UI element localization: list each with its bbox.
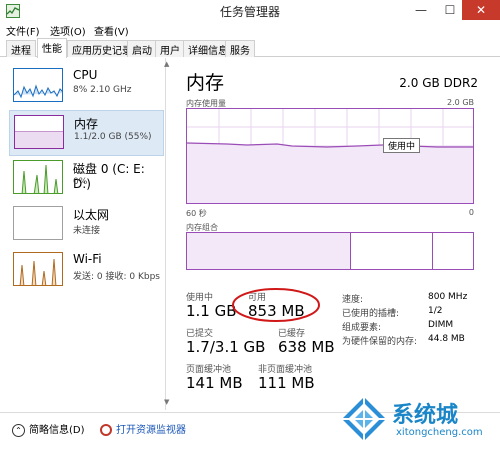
time-axis-right: 0 [468,208,474,217]
sidebar-item-subtitle: 发送: 0 接收: 0 Kbps [73,272,160,282]
speed-value: 800 MHz [428,292,468,302]
sidebar-item-title: 内存 [74,117,99,131]
paged-pool-value: 141 MB [186,374,243,392]
scroll-up-icon[interactable]: ▲ [164,60,169,68]
close-button[interactable]: ✕ [462,0,500,20]
tab-bar: 进程 性能 应用历史记录 启动 用户 详细信息 服务 [0,38,500,58]
nonpaged-pool-value: 111 MB [258,374,315,392]
fewer-details-button[interactable]: ⌃ 简略信息(D) [12,421,85,437]
sidebar-item-cpu[interactable]: CPU 8% 2.10 GHz [9,64,164,110]
maximize-button[interactable]: ☐ [436,0,464,20]
in-use-value: 1.1 GB [186,302,237,320]
sidebar-item-subtitle: 0% [73,177,88,187]
usage-graph-max: 2.0 GB [447,98,474,107]
speed-label: 速度: [342,295,364,305]
chevron-up-icon: ⌃ [12,423,25,437]
time-axis-left: 60 秒 [186,209,207,218]
disk-thumbnail [13,160,63,194]
open-resource-monitor-link[interactable]: 打开资源监视器 [100,421,186,436]
resource-list-scrollbar[interactable]: ▲ ▼ [164,60,172,410]
sidebar-item-title: 以太网 [73,208,110,222]
menu-bar: 文件(F) 选项(O) 查看(V) [0,22,500,38]
fewer-details-label: 简略信息(D) [29,425,85,436]
watermark-logo-icon [342,397,386,441]
wifi-thumbnail [13,252,63,286]
minimize-button[interactable]: — [407,0,435,20]
tab-users[interactable]: 用户 [155,40,185,57]
cached-value: 638 MB [278,338,335,356]
memory-panel: 内存 2.0 GB DDR2 内存使用量 2.0 GB 使用中 60 秒 0 内… [180,58,490,410]
sidebar-item-title: CPU [73,68,98,82]
tab-services[interactable]: 服务 [225,40,255,57]
open-resource-monitor-label: 打开资源监视器 [116,425,186,436]
scroll-down-icon[interactable]: ▼ [164,398,169,406]
memory-thumbnail [14,115,64,149]
sidebar-item-wifi[interactable]: Wi-Fi 发送: 0 接收: 0 Kbps [9,248,164,294]
watermark-url: xitongcheng.com [396,427,483,438]
form-factor-label: 组成要素: [342,323,382,333]
hardware-reserved-label: 为硬件保留的内存: [342,337,418,347]
site-watermark: 系统城 xitongcheng.com [340,393,500,450]
watermark-brand: 系统城 [392,403,459,428]
resource-monitor-icon [100,424,112,436]
annotation-circle [232,288,320,322]
menu-file[interactable]: 文件(F) [6,23,40,38]
in-use-tooltip: 使用中 [383,138,421,153]
tab-processes[interactable]: 进程 [6,40,36,57]
cpu-thumbnail [13,68,63,102]
title-bar: 任务管理器 — ☐ ✕ [0,0,500,22]
slots-used-label: 已使用的插槽: [342,309,400,319]
slots-used-value: 1/2 [428,306,443,316]
sidebar-item-subtitle: 8% 2.10 GHz [73,85,132,95]
menu-options[interactable]: 选项(O) [50,23,86,38]
tab-performance[interactable]: 性能 [37,38,67,58]
ethernet-thumbnail [13,206,63,240]
menu-view[interactable]: 查看(V) [94,23,129,38]
hardware-reserved-value: 44.8 MB [428,334,465,344]
sidebar-item-disk[interactable]: 磁盘 0 (C: E: D:) 0% [9,156,164,202]
page-title: 内存 [186,72,225,94]
resource-list: CPU 8% 2.10 GHz 内存 1.1/2.0 GB (55%) 磁盘 0… [6,58,166,410]
sidebar-item-ethernet[interactable]: 以太网 未连接 [9,202,164,248]
sidebar-item-title: Wi-Fi [73,252,102,266]
tab-startup[interactable]: 启动 [127,40,157,57]
memory-capacity: 2.0 GB DDR2 [399,76,478,90]
sidebar-item-subtitle: 未连接 [73,226,101,236]
sidebar-item-memory[interactable]: 内存 1.1/2.0 GB (55%) [9,110,164,156]
sidebar-item-subtitle: 1.1/2.0 GB (55%) [74,132,152,142]
memory-usage-graph: 使用中 [186,108,474,204]
memory-composition-bar [186,232,474,270]
committed-value: 1.7/3.1 GB [186,338,266,356]
form-factor-value: DIMM [428,320,454,330]
